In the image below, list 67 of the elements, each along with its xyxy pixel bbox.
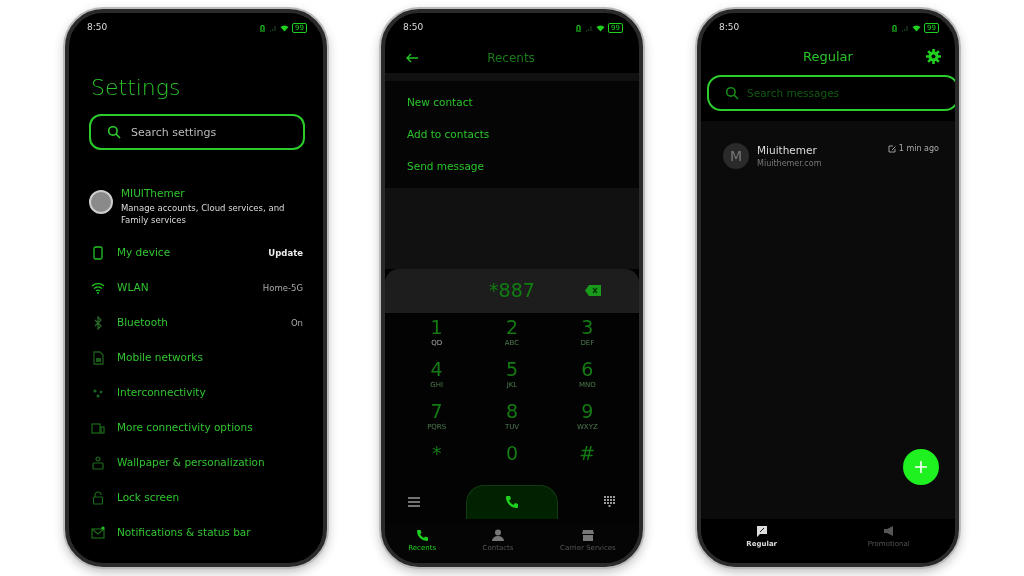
message-time: 1 min ago [898, 142, 939, 155]
account-name: MIUIThemer [121, 186, 186, 201]
bell-icon [575, 24, 583, 32]
person-frame-icon [91, 456, 105, 471]
settings-icon[interactable] [926, 49, 941, 65]
menu-icon[interactable] [408, 496, 420, 507]
search-field[interactable]: Search messages [707, 74, 955, 111]
compose-button[interactable] [903, 448, 939, 485]
bell-icon [891, 24, 899, 32]
wifi-icon [912, 24, 922, 32]
megaphone-icon [882, 524, 895, 537]
dial-key[interactable]: # [549, 440, 625, 479]
envelope-icon [91, 526, 105, 541]
settings-item[interactable]: Notifications & status bar [69, 515, 323, 551]
search-icon [725, 85, 739, 100]
page-title: Settings [90, 74, 182, 102]
padlock-icon [91, 491, 105, 506]
chat-bubble-icon [755, 524, 768, 537]
signal-icon [269, 24, 278, 32]
search-icon [107, 125, 121, 139]
devices-icon [91, 421, 105, 436]
person-icon [492, 528, 505, 541]
item-value: Update [268, 246, 303, 260]
settings-item[interactable]: Bluetooth On [69, 305, 323, 341]
dialed-number: *887 [489, 278, 535, 304]
status-time: 8:50 [403, 21, 424, 35]
settings-item[interactable]: WLAN Home-5G [69, 270, 323, 306]
status-time: 8:50 [719, 21, 740, 35]
menu-item[interactable]: New contact [385, 87, 639, 119]
signal-icon [901, 24, 910, 32]
phone-icon [91, 246, 105, 261]
settings-item[interactable]: Interconnectivity [69, 375, 323, 411]
search-field[interactable]: Search settings [89, 114, 305, 150]
settings-item[interactable]: Mobile networks [69, 340, 323, 376]
settings-item[interactable]: More connectivity options [69, 410, 323, 446]
sim-card-icon [91, 351, 105, 366]
phone-handset-icon [505, 495, 519, 509]
avatar-initial: M [723, 143, 749, 170]
menu-item[interactable]: Send message [385, 150, 639, 183]
status-time: 8:50 [87, 21, 108, 35]
account-description: Manage accounts, Cloud services, and Family services [121, 201, 286, 226]
back-arrow-icon[interactable] [405, 53, 419, 63]
edit-icon [887, 144, 896, 153]
screen-title: Regular [803, 48, 853, 66]
dial-key[interactable]: * [399, 440, 475, 479]
wifi-icon [91, 281, 105, 296]
menu-item[interactable]: Add to contacts [385, 118, 639, 151]
item-value: Home-5G [262, 281, 303, 295]
item-value: On [290, 316, 303, 330]
store-icon [581, 528, 594, 541]
backspace-icon[interactable] [585, 285, 601, 296]
keypad-icon[interactable] [604, 495, 616, 508]
screen-title: Recents [486, 50, 536, 67]
bell-icon [259, 24, 267, 32]
settings-item[interactable]: Wallpaper & personalization [69, 445, 323, 481]
dial-key[interactable]: 0 [474, 440, 550, 479]
wifi-icon [596, 24, 606, 32]
wifi-icon [280, 24, 290, 32]
avatar-circle [89, 190, 113, 214]
phone-handset-icon [416, 528, 429, 541]
settings-item[interactable]: Lock screen [69, 480, 323, 516]
plus-icon [915, 460, 927, 473]
message-preview: Miuithemer.com [757, 158, 822, 171]
signal-icon [585, 24, 594, 32]
contact-name: Miuithemer [757, 142, 818, 158]
settings-item[interactable]: My device Update [69, 235, 323, 271]
conversation-row[interactable]: M Miuithemer Miuithemer.com 1 min ago [701, 142, 955, 171]
